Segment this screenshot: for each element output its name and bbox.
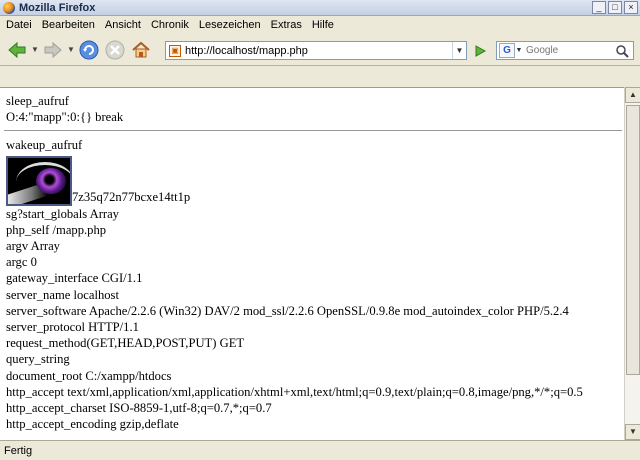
search-icon[interactable] [615,44,629,58]
menu-chronik[interactable]: Chronik [147,19,193,31]
back-button[interactable] [4,37,30,63]
reload-icon [79,40,99,59]
search-engine-dropdown[interactable]: ▼ [515,47,523,54]
back-history-dropdown[interactable]: ▼ [30,45,40,54]
site-favicon-icon: ▣ [169,44,181,57]
firefox-logo-icon [3,1,15,14]
image-caption: 7z35q72n77bcxe14tt1p [72,190,191,205]
url-history-dropdown[interactable]: ▼ [452,42,466,59]
forward-button[interactable] [40,37,66,63]
page-content: sleep_aufruf O:4:"mapp":0:{} break wakeu… [0,87,624,440]
content-line: http_accept_encoding gzip,deflate [6,417,179,432]
go-arrow-icon [475,44,487,57]
reload-button[interactable] [76,37,102,63]
stop-icon [105,40,125,59]
go-button[interactable] [471,41,489,60]
content-line: query_string [6,352,70,367]
search-input[interactable] [523,45,615,56]
forward-arrow-icon [44,41,62,58]
window-title: Mozilla Firefox [19,1,96,14]
scrollbar-thumb[interactable] [626,105,640,375]
search-bar[interactable]: G ▼ [496,41,634,60]
home-button[interactable] [128,37,154,63]
menu-lesezeichen[interactable]: Lesezeichen [195,19,265,31]
content-line: gateway_interface CGI/1.1 [6,271,143,286]
status-text: Fertig [4,444,33,457]
stop-button[interactable] [102,37,128,63]
content-line: php_self /mapp.php [6,222,107,237]
home-icon [132,41,150,57]
scroll-down-button[interactable]: ▼ [625,424,640,440]
menu-extras[interactable]: Extras [267,19,306,31]
menu-datei[interactable]: Datei [2,19,36,31]
content-line: request_method(GET,HEAD,POST,PUT) GET [6,336,245,351]
content-line: argv Array [6,239,60,254]
content-line: O:4:"mapp":0:{} break [6,110,124,125]
url-text[interactable]: http://localhost/mapp.php [185,45,452,57]
minimize-button[interactable]: _ [592,1,606,14]
menu-bar: Datei Bearbeiten Ansicht Chronik Lesezei… [0,16,640,34]
window-controls: _ □ × [592,1,638,14]
url-bar[interactable]: ▣ http://localhost/mapp.php ▼ [165,41,467,60]
search-engine-icon[interactable]: G [499,43,515,58]
vertical-scrollbar[interactable]: ▲ ▼ [624,87,640,440]
content-line: argc 0 [6,255,37,270]
content-line: server_software Apache/2.2.6 (Win32) DAV… [6,303,569,318]
content-line: document_root C:/xampp/htdocs [6,368,172,383]
content-line: server_name localhost [6,287,119,302]
close-button[interactable]: × [624,1,638,14]
menu-bearbeiten[interactable]: Bearbeiten [38,19,99,31]
back-arrow-icon [8,41,26,58]
menu-ansicht[interactable]: Ansicht [101,19,145,31]
content-line: http_accept text/xml,application/xml,app… [6,384,583,399]
content-line: wakeup_aufruf [6,138,83,153]
eye-image[interactable] [6,155,72,206]
content-line: sg?start_globals Array [6,206,119,221]
forward-history-dropdown[interactable]: ▼ [66,45,76,54]
horizontal-rule [4,130,622,132]
image-row: 7z35q72n77bcxe14tt1p [6,154,618,206]
window-titlebar: Mozilla Firefox _ □ × [0,0,640,16]
scroll-up-button[interactable]: ▲ [625,87,640,103]
content-line: sleep_aufruf [6,94,69,108]
content-line: http_accept_charset ISO-8859-1,utf-8;q=0… [6,401,272,416]
content-line: server_protocol HTTP/1.1 [6,320,139,335]
status-bar: Fertig [0,440,640,460]
menu-hilfe[interactable]: Hilfe [308,19,338,31]
maximize-button[interactable]: □ [608,1,622,14]
